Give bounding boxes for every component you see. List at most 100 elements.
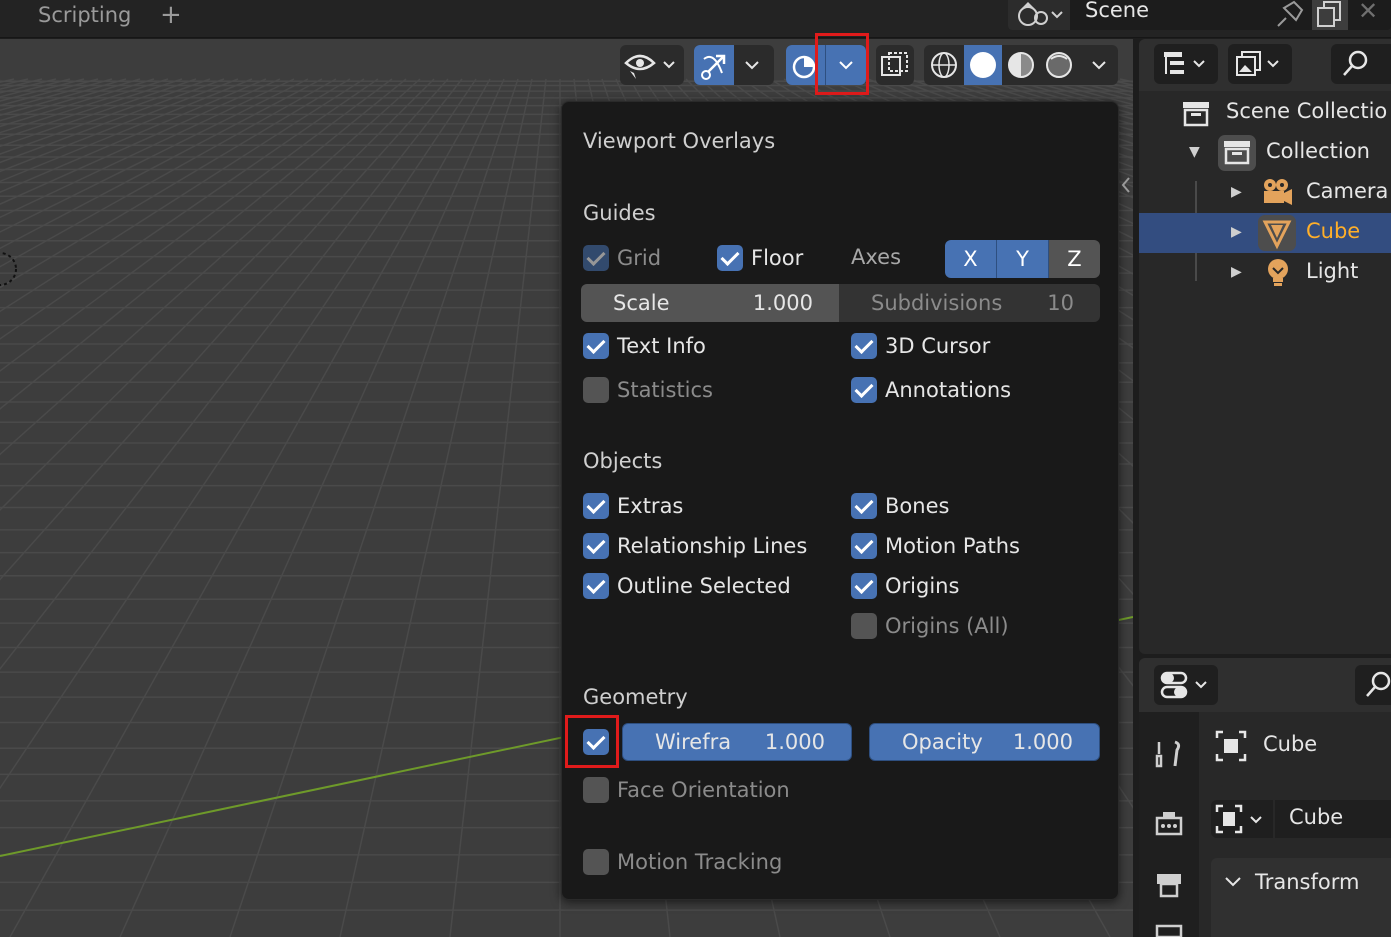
scene-name[interactable]: Scene xyxy=(1085,0,1149,22)
axes-toggle-group: X Y Z xyxy=(945,240,1100,278)
face-orientation-checkbox[interactable]: Face Orientation xyxy=(583,775,790,805)
filter-dropdown[interactable] xyxy=(1228,44,1292,84)
axis-y-toggle[interactable]: Y xyxy=(997,240,1049,278)
scene-browse-button[interactable] xyxy=(1008,0,1070,30)
editor-type-dropdown[interactable] xyxy=(1154,665,1218,705)
object-name-field[interactable]: Cube xyxy=(1275,800,1391,838)
outline-selected-checkbox[interactable]: Outline Selected xyxy=(583,571,791,601)
extras-label: Extras xyxy=(617,494,684,518)
properties-icon xyxy=(1160,671,1207,699)
outliner-item-light[interactable]: ▶ Light xyxy=(1139,253,1391,293)
object-browse-button[interactable] xyxy=(1211,800,1273,838)
rendered-sphere-icon xyxy=(1046,52,1072,78)
outliner-item-cube[interactable]: ▶ Cube xyxy=(1139,213,1391,253)
material-shading-button[interactable] xyxy=(1002,45,1040,85)
light-icon xyxy=(1268,259,1288,286)
motion-paths-checkbox[interactable]: Motion Paths xyxy=(851,531,1020,561)
wireframe-opacity-field[interactable]: Opacity 1.000 xyxy=(869,723,1100,761)
origins-all-label: Origins (All) xyxy=(885,614,1009,638)
motion-tracking-checkbox[interactable]: Motion Tracking xyxy=(583,847,782,877)
transform-panel-header[interactable]: Transform xyxy=(1211,858,1391,906)
text-info-label: Text Info xyxy=(617,334,706,358)
pin-icon[interactable] xyxy=(1272,0,1306,28)
origins-checkbox[interactable]: Origins xyxy=(851,571,959,601)
chevron-down-icon[interactable] xyxy=(1082,45,1116,85)
properties-tab-column xyxy=(1139,712,1199,937)
checkbox-box xyxy=(583,493,609,519)
render-tab-icon[interactable] xyxy=(1153,808,1185,840)
extras-checkbox[interactable]: Extras xyxy=(583,491,683,521)
highlight-wireframe-checkbox xyxy=(565,715,619,768)
close-icon[interactable]: ✕ xyxy=(1358,0,1378,25)
wireframe-shading-button[interactable] xyxy=(924,45,964,85)
outliner-header xyxy=(1139,39,1391,91)
checkbox-box xyxy=(851,493,877,519)
solid-shading-button[interactable] xyxy=(964,45,1002,85)
outliner-search-field[interactable] xyxy=(1331,44,1391,84)
outline-selected-label: Outline Selected xyxy=(617,574,791,598)
output-tab-icon[interactable] xyxy=(1153,868,1185,900)
add-workspace-button[interactable]: + xyxy=(160,0,182,30)
wireframe-threshold-field[interactable]: Wirefra 1.000 xyxy=(622,723,852,761)
outliner-item-label: Cube xyxy=(1306,219,1361,243)
view-layer-tab-icon[interactable] xyxy=(1153,922,1185,937)
xray-toggle[interactable] xyxy=(876,45,914,85)
geometry-heading: Geometry xyxy=(583,685,688,709)
checkbox-box xyxy=(851,573,877,599)
visibility-dropdown[interactable] xyxy=(620,45,684,85)
expand-triangle-icon[interactable]: ▶ xyxy=(1231,224,1242,240)
new-scene-button[interactable] xyxy=(1312,0,1348,30)
checkbox-box xyxy=(583,377,609,403)
relationship-lines-label: Relationship Lines xyxy=(617,534,808,558)
properties-search-field[interactable] xyxy=(1355,665,1391,705)
display-mode-dropdown[interactable] xyxy=(1154,44,1218,84)
chevron-down-icon xyxy=(1225,877,1241,887)
grid-checkbox[interactable]: Grid xyxy=(583,243,661,273)
outliner-item-camera[interactable]: ▶ Camera xyxy=(1139,173,1391,213)
expand-triangle-icon[interactable]: ▶ xyxy=(1231,184,1242,200)
expand-triangle-icon[interactable]: ▶ xyxy=(1231,264,1242,280)
statistics-label: Statistics xyxy=(617,378,713,402)
text-info-checkbox[interactable]: Text Info xyxy=(583,331,706,361)
material-sphere-icon xyxy=(1008,52,1034,78)
3d-cursor-label: 3D Cursor xyxy=(885,334,991,358)
collection-icon-box xyxy=(1218,135,1256,171)
subdivisions-field[interactable]: Subdivisions 10 xyxy=(839,284,1100,322)
checkbox-box xyxy=(583,333,609,359)
guides-heading: Guides xyxy=(583,201,656,225)
axis-x-toggle[interactable]: X xyxy=(945,240,997,278)
checkbox-box xyxy=(851,377,877,403)
relationship-lines-checkbox[interactable]: Relationship Lines xyxy=(583,531,807,561)
statistics-checkbox[interactable]: Statistics xyxy=(583,375,713,405)
subdivisions-label: Subdivisions xyxy=(871,291,1003,315)
motion-paths-label: Motion Paths xyxy=(885,534,1020,558)
annotations-label: Annotations xyxy=(885,378,1012,402)
rendered-shading-button[interactable] xyxy=(1040,45,1078,85)
search-icon xyxy=(1366,671,1391,697)
origins-all-checkbox[interactable]: Origins (All) xyxy=(851,611,1009,641)
shading-mode-group xyxy=(924,45,1118,85)
light-object-icon xyxy=(0,252,17,286)
scale-field[interactable]: Scale 1.000 xyxy=(581,284,839,322)
floor-checkbox[interactable]: Floor xyxy=(717,243,803,273)
chevron-left-icon[interactable] xyxy=(1119,174,1133,196)
checkbox-box xyxy=(851,613,877,639)
3d-cursor-checkbox[interactable]: 3D Cursor xyxy=(851,331,990,361)
bones-checkbox[interactable]: Bones xyxy=(851,491,949,521)
collection-icon xyxy=(1224,141,1250,165)
transform-panel-title: Transform xyxy=(1255,870,1360,894)
gizmo-dropdown[interactable] xyxy=(694,45,774,85)
outliner-item-collection[interactable]: ▼ Collection xyxy=(1139,133,1391,173)
axis-z-toggle[interactable]: Z xyxy=(1049,240,1100,278)
tool-settings-tab-icon[interactable] xyxy=(1153,738,1185,770)
xray-icon xyxy=(881,52,908,76)
workspace-tab-scripting[interactable]: Scripting xyxy=(38,3,131,27)
annotations-checkbox[interactable]: Annotations xyxy=(851,375,1011,405)
properties-panel: Cube Cube Transform xyxy=(1139,658,1391,937)
solid-sphere-icon xyxy=(970,52,996,78)
outliner-item-scene-collection[interactable]: Scene Collectio xyxy=(1139,93,1391,133)
checkbox-box xyxy=(717,245,743,271)
properties-header xyxy=(1139,658,1391,712)
gizmo-toggle[interactable] xyxy=(694,45,734,85)
expand-triangle-icon[interactable]: ▼ xyxy=(1189,144,1200,160)
